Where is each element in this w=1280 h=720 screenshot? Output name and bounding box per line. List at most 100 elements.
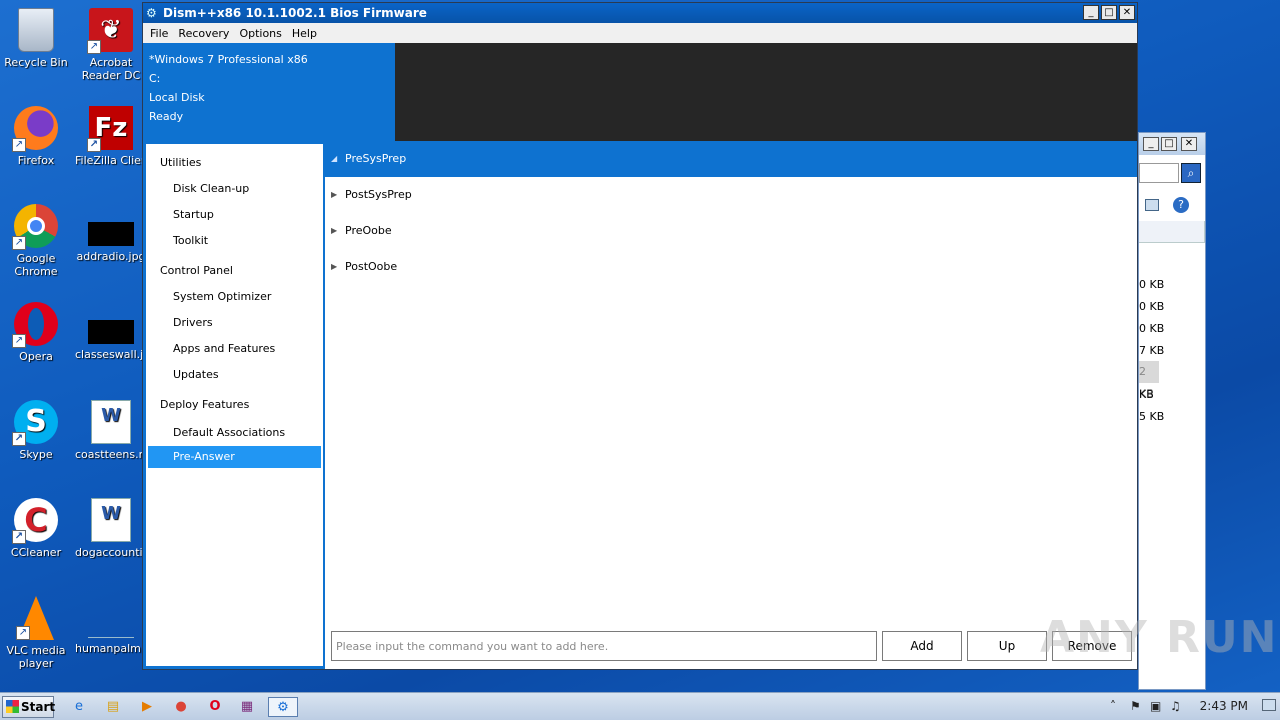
shortcut-arrow-icon: ↗	[12, 138, 26, 152]
shortcut-arrow-icon: ↗	[12, 530, 26, 544]
desktop-icon-label: Recycle Bin	[4, 56, 68, 69]
volume-icon[interactable]: ♫	[1170, 699, 1181, 713]
column-header[interactable]	[1139, 221, 1205, 243]
search-icon[interactable]: ⌕	[1181, 163, 1201, 183]
internet-explorer-icon[interactable]: e	[68, 697, 90, 717]
show-hidden-icons-icon[interactable]: ˄	[1110, 699, 1116, 713]
network-icon[interactable]: ▣	[1150, 699, 1161, 713]
close-icon[interactable]: ✕	[1181, 137, 1197, 151]
desktop-icon-ccleaner[interactable]: C ↗ CCleaner	[0, 498, 72, 559]
nav-section-deploy-features[interactable]: Deploy Features	[146, 392, 323, 418]
tree-item-label: PreOobe	[345, 224, 392, 237]
session-header[interactable]: *Windows 7 Professional x86 C: Local Dis…	[143, 43, 395, 141]
add-button[interactable]: Add	[882, 631, 962, 661]
desktop-icon-chrome[interactable]: ↗ Google Chrome	[0, 204, 72, 278]
desktop-icon-label: classeswall.jpg	[75, 348, 147, 361]
nav-item-disk-cleanup[interactable]: Disk Clean-up	[146, 176, 323, 202]
nav-item-toolkit[interactable]: Toolkit	[146, 228, 323, 254]
desktop-icon-acrobat[interactable]: ❦ ↗ Acrobat Reader DC	[75, 8, 147, 82]
firefox-icon: ↗	[12, 106, 58, 152]
nav-item-updates[interactable]: Updates	[146, 362, 323, 388]
explorer-folder-icon[interactable]: ▤	[102, 697, 124, 717]
nav-item-drivers[interactable]: Drivers	[146, 310, 323, 336]
collapsed-arrow-icon[interactable]: ▶	[331, 213, 337, 249]
expanded-arrow-icon[interactable]: ◢	[331, 141, 337, 177]
chrome-icon: ↗	[12, 204, 58, 250]
minimize-button[interactable]: _	[1083, 5, 1099, 20]
command-input[interactable]	[331, 631, 877, 661]
status-text: Ready	[149, 110, 184, 123]
shortcut-arrow-icon: ↗	[87, 40, 101, 54]
desktop-icon-label: VLC media player	[6, 644, 66, 670]
window-titlebar[interactable]: ⚙ Dism++x86 10.1.1002.1 Bios Firmware _ …	[143, 3, 1137, 23]
minimize-icon[interactable]: _	[1143, 137, 1159, 151]
filezilla-icon: Fz ↗	[87, 106, 133, 152]
show-desktop-icon[interactable]	[1262, 699, 1276, 711]
tree-item-postsysprep[interactable]: ▶ PostSysPrep	[325, 177, 1137, 213]
nav-item-pre-answer[interactable]: Pre-Answer	[148, 446, 321, 468]
desktop-icon-filezilla[interactable]: Fz ↗ FileZilla Client	[75, 106, 147, 167]
tree-item-presysprep[interactable]: ◢ PreSysPrep	[325, 141, 1137, 177]
collapsed-arrow-icon[interactable]: ▶	[331, 177, 337, 213]
desktop-icon-recycle-bin[interactable]: Recycle Bin	[0, 8, 72, 69]
desktop-icon-label: dogaccounti...	[75, 546, 147, 559]
clock[interactable]: 2:43 PM	[1200, 699, 1248, 713]
file-icon	[88, 618, 134, 638]
desktop-icon-label: FileZilla Client	[75, 154, 147, 167]
desktop-icon-label: Skype	[19, 448, 53, 461]
nav-section-utilities[interactable]: Utilities	[146, 150, 323, 176]
maximize-icon[interactable]: □	[1161, 137, 1177, 151]
desktop-icon-coastteens[interactable]: W coastteens.rtf	[75, 400, 147, 461]
menu-options[interactable]: Options	[234, 27, 286, 40]
disk-label: Local Disk	[149, 91, 205, 104]
nav-item-apps-features[interactable]: Apps and Features	[146, 336, 323, 362]
desktop-icon-label: Acrobat Reader DC	[81, 56, 141, 82]
shortcut-arrow-icon: ↗	[16, 626, 30, 640]
dism-taskbar-icon[interactable]: ⚙	[268, 697, 298, 717]
menu-recovery[interactable]: Recovery	[173, 27, 234, 40]
header-panel	[395, 43, 1137, 141]
nav-item-startup[interactable]: Startup	[146, 202, 323, 228]
desktop-icon-dogaccounting[interactable]: W dogaccounti...	[75, 498, 147, 559]
window-title: Dism++x86 10.1.1002.1 Bios Firmware	[163, 6, 427, 20]
gear-icon: ⚙	[146, 6, 157, 20]
desktop-icon-label: Firefox	[17, 154, 55, 167]
maximize-button[interactable]: □	[1101, 5, 1117, 20]
desktop-icon-firefox[interactable]: ↗ Firefox	[0, 106, 72, 167]
anyrun-watermark: ANY RUN	[1040, 612, 1279, 663]
menu-bar: File Recovery Options Help	[143, 23, 1137, 43]
media-player-icon[interactable]: ▶	[136, 697, 158, 717]
up-button[interactable]: Up	[967, 631, 1047, 661]
desktop-icon-label: CCleaner	[10, 546, 62, 559]
desktop-icon-vlc[interactable]: ↗ VLC media player	[0, 596, 72, 670]
desktop-icon-skype[interactable]: S ↗ Skype	[0, 400, 72, 461]
desktop-icon-classeswall[interactable]: classeswall.jpg	[75, 302, 147, 361]
tree-item-preoobe[interactable]: ▶ PreOobe	[325, 213, 1137, 249]
image-file-icon	[88, 320, 134, 344]
nav-item-system-optimizer[interactable]: System Optimizer	[146, 284, 323, 310]
background-explorer-window[interactable]: _ □ ✕ ⌕ ? 0 KB 0 KB 0 KB 7 KB 2 KB KB 5 …	[1138, 132, 1206, 690]
tree-item-label: PreSysPrep	[345, 152, 407, 165]
action-center-flag-icon[interactable]: ⚑	[1130, 699, 1141, 713]
search-box[interactable]	[1139, 163, 1179, 183]
nav-item-default-associations[interactable]: Default Associations	[146, 420, 323, 446]
desktop-icon-label: Google Chrome	[14, 252, 58, 278]
opera-taskbar-icon[interactable]: O	[204, 697, 226, 717]
preview-pane-icon[interactable]	[1145, 199, 1159, 211]
collapsed-arrow-icon[interactable]: ▶	[331, 249, 337, 285]
winrar-icon[interactable]: ▦	[236, 697, 258, 717]
start-button[interactable]: Start	[2, 696, 55, 718]
chrome-taskbar-icon[interactable]: ●	[170, 697, 192, 717]
menu-file[interactable]: File	[145, 27, 173, 40]
close-button[interactable]: ✕	[1119, 5, 1135, 20]
help-icon[interactable]: ?	[1173, 197, 1189, 213]
tree-item-postoobe[interactable]: ▶ PostOobe	[325, 249, 1137, 285]
file-size: 0 KB	[1139, 278, 1165, 291]
background-window-titlebar: _ □ ✕	[1139, 133, 1205, 155]
nav-section-control-panel[interactable]: Control Panel	[146, 258, 323, 284]
desktop-icon-addradio[interactable]: addradio.jpg	[75, 204, 147, 263]
menu-help[interactable]: Help	[287, 27, 322, 40]
dism-main-window[interactable]: ⚙ Dism++x86 10.1.1002.1 Bios Firmware _ …	[142, 2, 1138, 670]
desktop-icon-humanpalm[interactable]: humanpalm...	[75, 596, 147, 655]
desktop-icon-opera[interactable]: ↗ Opera	[0, 302, 72, 363]
